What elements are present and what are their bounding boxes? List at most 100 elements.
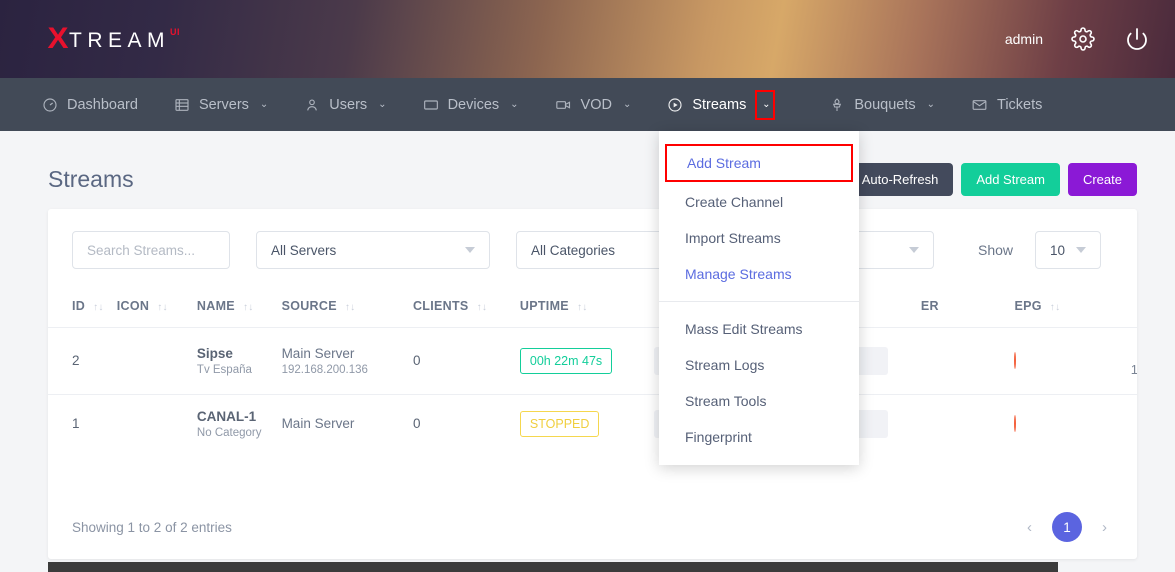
nav-label: Servers bbox=[198, 96, 249, 113]
menu-item-create-channel[interactable]: Create Channel bbox=[659, 184, 859, 220]
col-icon[interactable]: ICON ↑↓ bbox=[116, 285, 197, 328]
sort-icon: ↑↓ bbox=[476, 302, 488, 313]
pagination-page-1[interactable]: 1 bbox=[1052, 512, 1082, 542]
pagination-prev[interactable]: ‹ bbox=[1019, 515, 1040, 540]
streams-dropdown-toggle[interactable]: ⌄ bbox=[755, 89, 776, 120]
resolution: 1920 x 1080 bbox=[1130, 361, 1137, 377]
stream-name: CANAL-1 bbox=[196, 408, 257, 424]
play-circle-icon bbox=[667, 97, 683, 113]
filter-bar: Search Streams... All Servers All Catego… bbox=[48, 209, 1137, 269]
nav-item-tickets[interactable]: Tickets bbox=[971, 78, 1042, 131]
cell-clients: 0 bbox=[412, 416, 421, 432]
auto-refresh-button[interactable]: Auto-Refresh bbox=[846, 162, 954, 196]
menu-item-manage-streams[interactable]: Manage Streams bbox=[659, 256, 859, 292]
logo-wordmark: TREAM bbox=[69, 29, 171, 52]
chevron-down-icon[interactable]: ⌄ bbox=[927, 99, 935, 110]
nav-item-streams[interactable]: Streams ⌄ bbox=[667, 78, 776, 131]
page-header: Streams Auto-Refresh Add Stream Create bbox=[0, 131, 1175, 201]
chevron-down-icon bbox=[909, 247, 919, 253]
nav-label: Streams bbox=[692, 96, 747, 113]
page-title: Streams bbox=[48, 165, 134, 192]
chevron-down-icon[interactable]: ⌄ bbox=[378, 99, 386, 110]
show-entries-group: Show 10 bbox=[978, 231, 1102, 269]
col-name[interactable]: NAME ↑↓ bbox=[196, 285, 282, 328]
cell-id: 1 bbox=[72, 416, 80, 432]
sort-icon: ↑↓ bbox=[242, 302, 254, 313]
bitrate: 3491 Kbps bbox=[1131, 342, 1137, 361]
cell-name: Sipse Tv España bbox=[196, 327, 282, 395]
circle-outline-icon bbox=[1014, 415, 1017, 433]
menu-divider bbox=[659, 301, 859, 302]
col-label: UPTIME bbox=[519, 299, 569, 313]
col-server[interactable]: ER bbox=[920, 285, 1015, 328]
user-icon bbox=[304, 97, 320, 113]
chevron-down-icon bbox=[465, 247, 475, 253]
table-footer: Showing 1 to 2 of 2 entries ‹ 1 › bbox=[48, 495, 1137, 559]
page-content: Streams Auto-Refresh Add Stream Create S… bbox=[0, 131, 1175, 572]
nav-item-devices[interactable]: Devices ⌄ bbox=[423, 78, 519, 131]
menu-item-stream-logs[interactable]: Stream Logs bbox=[659, 347, 859, 383]
col-label: ER bbox=[920, 299, 939, 313]
chevron-down-icon[interactable]: ⌄ bbox=[623, 99, 631, 110]
servers-filter-select[interactable]: All Servers bbox=[256, 231, 490, 269]
stream-category: Tv España bbox=[196, 363, 252, 376]
add-stream-button[interactable]: Add Stream bbox=[961, 162, 1060, 196]
power-icon[interactable] bbox=[1123, 25, 1151, 53]
menu-item-mass-edit-streams[interactable]: Mass Edit Streams bbox=[659, 311, 859, 347]
cell-id: 2 bbox=[48, 327, 117, 395]
sort-icon: ↑↓ bbox=[157, 302, 168, 313]
circle-outline-icon bbox=[1014, 352, 1017, 370]
gear-icon[interactable] bbox=[1069, 25, 1097, 53]
uptime-badge: 00h 22m 47s bbox=[519, 347, 613, 374]
nav-label: Dashboard bbox=[67, 96, 138, 113]
nav-label: Devices bbox=[447, 96, 500, 113]
account-username[interactable]: admin bbox=[1005, 31, 1043, 47]
menu-item-fingerprint[interactable]: Fingerprint bbox=[659, 419, 859, 455]
cell-icon bbox=[116, 327, 197, 395]
table-row[interactable]: 2 Sipse Tv España Main Server 192.168.20… bbox=[48, 327, 1137, 395]
show-entries-value: 10 bbox=[1050, 242, 1066, 258]
nav-item-bouquets[interactable]: Bouquets ⌄ bbox=[829, 78, 935, 131]
pagination-next[interactable]: › bbox=[1094, 515, 1115, 540]
col-epg[interactable]: EPG ↑↓ bbox=[1014, 285, 1082, 328]
col-uptime[interactable]: UPTIME ↑↓ bbox=[519, 285, 654, 328]
cell-epg bbox=[1014, 327, 1082, 395]
table-header-row: ID ↑↓ ICON ↑↓ NAME ↑↓ SOURCE ↑↓ CLIENTS ↑↓ UP… bbox=[48, 285, 1137, 328]
col-source[interactable]: SOURCE ↑↓ bbox=[281, 285, 413, 328]
cell-source: Main Server bbox=[282, 394, 413, 453]
nav-label: VOD bbox=[580, 96, 612, 113]
nav-item-servers[interactable]: Servers ⌄ bbox=[174, 78, 268, 131]
cell-epg bbox=[1014, 394, 1081, 453]
xtream-logo[interactable]: X TREAM UI bbox=[47, 24, 180, 54]
streams-table: ID ↑↓ ICON ↑↓ NAME ↑↓ SOURCE ↑↓ CLIENTS ↑↓ UP… bbox=[48, 285, 1137, 453]
dashboard-icon bbox=[42, 97, 58, 113]
chevron-down-icon[interactable]: ⌄ bbox=[260, 99, 268, 110]
chevron-down-icon[interactable]: ⌄ bbox=[510, 99, 518, 110]
cell-clients: 0 bbox=[412, 327, 520, 395]
table-row[interactable]: 1 CANAL-1 No Category Main Server 0 STOP… bbox=[48, 394, 1137, 453]
show-entries-select[interactable]: 10 bbox=[1035, 231, 1102, 269]
col-clients[interactable]: CLIENTS ↑↓ bbox=[412, 285, 520, 328]
menu-item-stream-tools[interactable]: Stream Tools bbox=[659, 383, 859, 419]
nav-item-dashboard[interactable]: Dashboard bbox=[42, 78, 138, 131]
servers-filter-value: All Servers bbox=[271, 242, 337, 258]
nav-item-vod[interactable]: VOD ⌄ bbox=[555, 78, 631, 131]
sort-icon: ↑↓ bbox=[576, 302, 588, 313]
cell-icon bbox=[117, 394, 197, 453]
menu-item-import-streams[interactable]: Import Streams bbox=[659, 220, 859, 256]
sort-icon: ↑↓ bbox=[1049, 302, 1061, 313]
horizontal-scrollbar[interactable] bbox=[48, 562, 1058, 572]
device-icon bbox=[423, 97, 439, 113]
cell-server bbox=[921, 394, 1015, 453]
video-icon bbox=[555, 97, 572, 113]
sort-icon: ↑↓ bbox=[344, 302, 356, 313]
app-header: X TREAM UI admin bbox=[0, 0, 1175, 78]
search-input[interactable]: Search Streams... bbox=[72, 231, 230, 269]
col-id[interactable]: ID ↑↓ bbox=[48, 285, 117, 328]
menu-item-add-stream[interactable]: Add Stream bbox=[665, 144, 853, 182]
show-label: Show bbox=[978, 242, 1014, 258]
create-button[interactable]: Create bbox=[1067, 162, 1137, 196]
showing-entries-text: Showing 1 to 2 of 2 entries bbox=[72, 519, 232, 535]
cell-stream-info: 3491 Kbps 1920 x 1080 hevc bbox=[1081, 327, 1137, 395]
nav-item-users[interactable]: Users ⌄ bbox=[304, 78, 387, 131]
